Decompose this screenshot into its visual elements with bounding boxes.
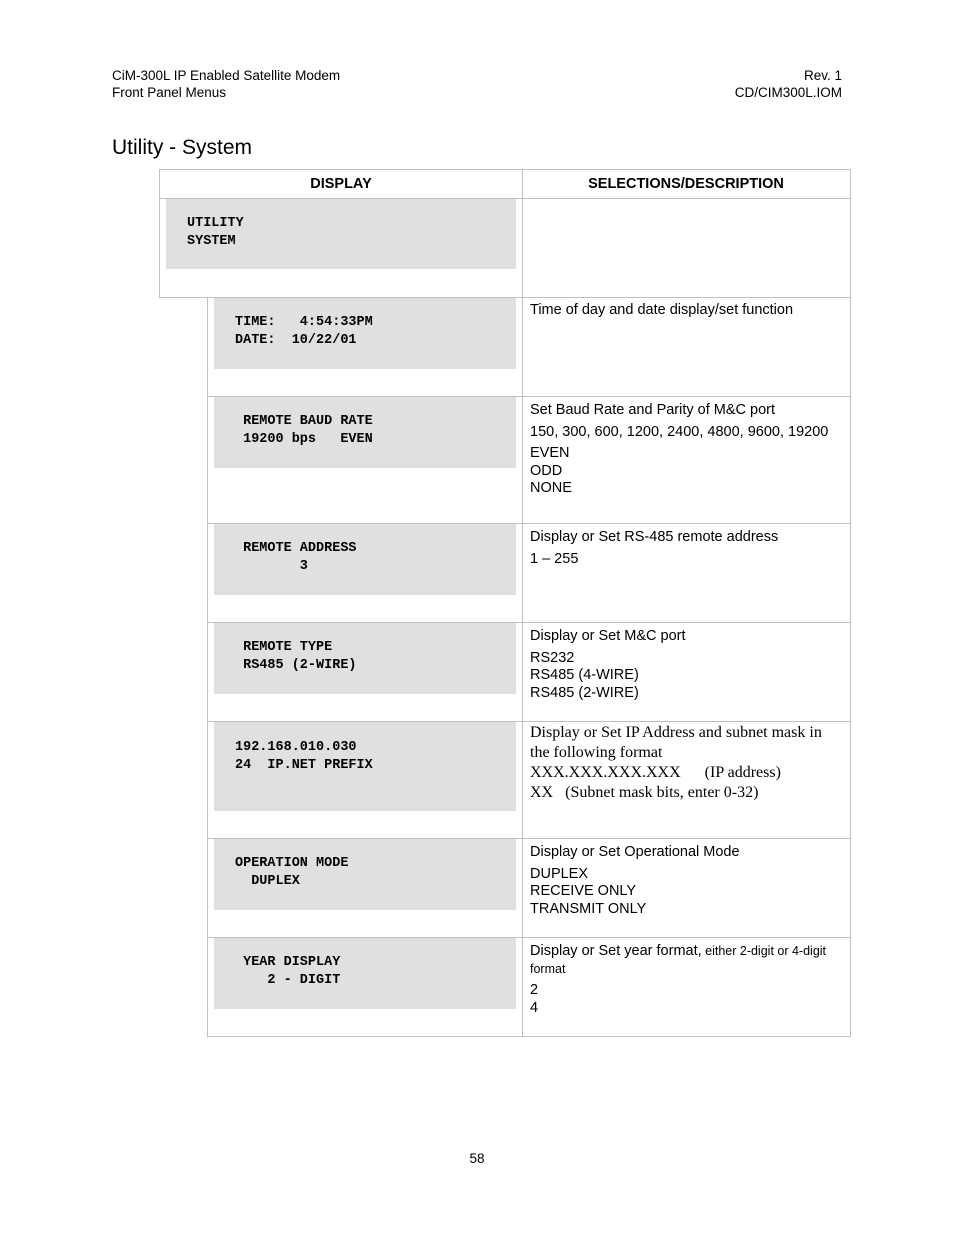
table-border-top: [159, 169, 851, 170]
column-divider: [522, 169, 523, 1037]
description-title: Display or Set RS-485 remote address: [530, 529, 779, 545]
document-header-left: CiM-300L IP Enabled Satellite Modem Fron…: [112, 67, 340, 101]
description-title: Display or Set IP Address and subnet mas…: [530, 724, 822, 761]
lcd-display-ip-address: 192.168.010.030 24 IP.NET PREFIX: [214, 722, 516, 811]
description-year-display: Display or Set year format, either 2-dig…: [530, 943, 836, 1017]
remote-type-options: RS232 RS485 (4-WIRE) RS485 (2-WIRE): [530, 649, 639, 701]
ip-address-format: XXX.XXX.XXX.XXX (IP address): [530, 764, 781, 781]
description-title: Display or Set M&C port: [530, 628, 686, 644]
parity-options: EVEN ODD NONE: [530, 445, 572, 496]
header-chapter-title: Front Panel Menus: [112, 85, 227, 100]
subnet-mask-format: XX (Subnet mask bits, enter 0-32): [530, 784, 759, 801]
document-header-right: Rev. 1 CD/CIM300L.IOM: [735, 67, 842, 101]
table-border-left-outer: [159, 169, 160, 297]
description-remote-type: Display or Set M&C port RS232 RS485 (4-W…: [530, 628, 842, 702]
description-title: Display or Set year format, either 2-dig…: [530, 943, 836, 978]
operation-mode-options: DUPLEX RECEIVE ONLY TRANSMIT ONLY: [530, 865, 647, 917]
description-title: Time of day and date display/set functio…: [530, 302, 794, 318]
description-title-main: Display or Set year format,: [530, 943, 702, 959]
column-header-display: DISPLAY: [310, 176, 372, 192]
table-border-right: [850, 169, 851, 1037]
description-operation-mode: Display or Set Operational Mode DUPLEX R…: [530, 844, 842, 918]
page-number: 58: [469, 1151, 485, 1166]
lcd-display-remote-baud-rate: REMOTE BAUD RATE 19200 bps EVEN: [214, 397, 516, 468]
lcd-display-time-date: TIME: 4:54:33PM DATE: 10/22/01: [214, 298, 516, 369]
column-header-description: SELECTIONS/DESCRIPTION: [588, 176, 784, 192]
header-product-title: CiM-300L IP Enabled Satellite Modem: [112, 68, 341, 83]
header-revision: Rev. 1: [803, 68, 842, 83]
lcd-display-remote-type: REMOTE TYPE RS485 (2-WIRE): [214, 623, 516, 694]
year-format-options: 2 4: [530, 982, 539, 1016]
description-ip-address: Display or Set IP Address and subnet mas…: [530, 723, 842, 803]
table-border-left-inner: [207, 297, 208, 1037]
description-remote-address: Display or Set RS-485 remote address 1 –…: [530, 529, 842, 568]
lcd-display-operation-mode: OPERATION MODE DUPLEX: [214, 839, 516, 910]
section-title: Utility - System: [112, 136, 253, 159]
address-range: 1 – 255: [530, 550, 579, 567]
header-document-id: CD/CIM300L.IOM: [734, 85, 842, 100]
lcd-display-year-display: YEAR DISPLAY 2 - DIGIT: [214, 938, 516, 1009]
table-border-bottom: [207, 1036, 851, 1037]
description-remote-baud-rate: Set Baud Rate and Parity of M&C port 150…: [530, 402, 830, 498]
lcd-display-utility-system: UTILITY SYSTEM: [166, 199, 516, 269]
baud-rate-options: 150, 300, 600, 1200, 2400, 4800, 9600, 1…: [530, 423, 829, 440]
description-time-date: Time of day and date display/set functio…: [530, 302, 842, 324]
description-title: Set Baud Rate and Parity of M&C port: [530, 402, 776, 418]
lcd-display-remote-address: REMOTE ADDRESS 3: [214, 524, 516, 595]
description-title: Display or Set Operational Mode: [530, 844, 740, 860]
